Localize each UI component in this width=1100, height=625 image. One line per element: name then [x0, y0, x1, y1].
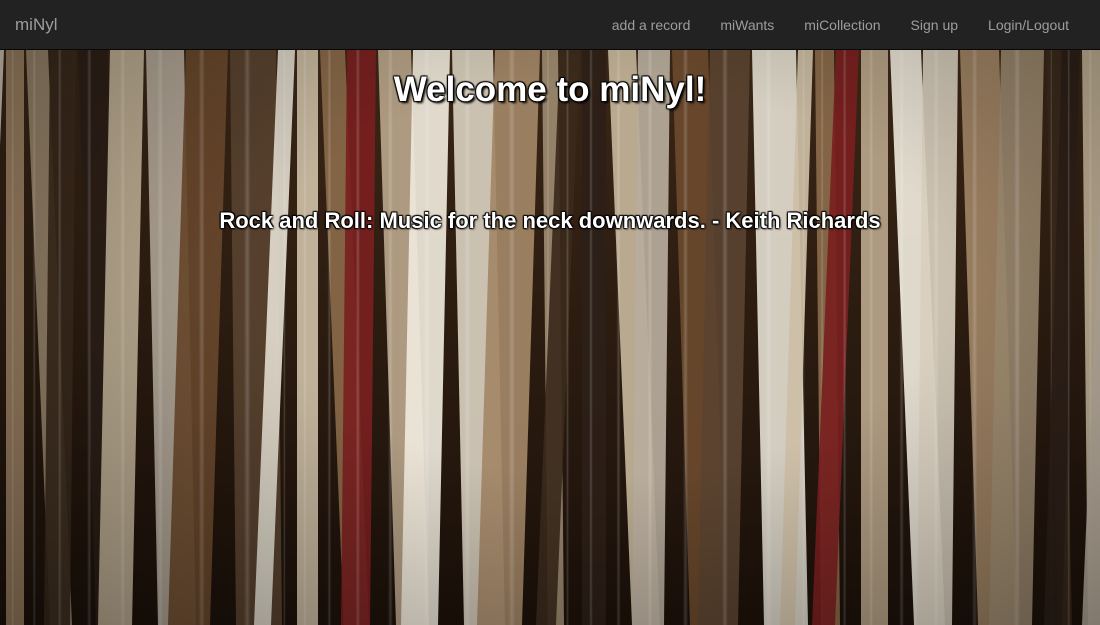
record-spine-sheen [722, 50, 728, 625]
nav-signup-link[interactable]: Sign up [896, 0, 973, 50]
record-spine-sheen [899, 50, 904, 625]
hero-quote: Rock and Roll: Music for the neck downwa… [219, 208, 881, 233]
record-spine-sheen [1067, 50, 1071, 625]
record-spine-shape [861, 50, 888, 625]
record-spine-sheen [508, 50, 516, 625]
nav-links: add a record miWants miCollection Sign u… [597, 0, 1084, 50]
record-spine-sheen [57, 50, 62, 625]
record-spine-sheen [971, 50, 978, 625]
record-spine-sheen [424, 50, 430, 625]
record-spine-sheen [802, 50, 805, 625]
record-spine-sheen [616, 50, 621, 625]
hero-section: Welcome to miNyl! Rock and Roll: Music f… [0, 50, 1100, 625]
record-spine-shape [582, 50, 606, 625]
nav-add-record-link[interactable]: add a record [597, 0, 706, 50]
top-navbar: miNyl add a record miWants miCollection … [0, 0, 1100, 50]
record-spine-sheen [303, 50, 307, 625]
record-spine-sheen [566, 50, 569, 625]
record-spine-sheen [87, 50, 92, 625]
hero-title: Welcome to miNyl! [393, 70, 707, 109]
record-spine-sheen [355, 50, 361, 625]
record-spine-sheen [842, 50, 847, 625]
record-spine-shape [297, 50, 318, 625]
record-spine-sheen [387, 50, 393, 625]
nav-micollection-link[interactable]: miCollection [789, 0, 895, 50]
record-spine-sheen [464, 50, 471, 625]
record-spine-sheen [869, 50, 874, 625]
record-spine-sheen [157, 50, 164, 625]
record-spine-sheen [32, 50, 36, 625]
nav-login-logout-link[interactable]: Login/Logout [973, 0, 1084, 50]
record-spine-sheen [120, 50, 126, 625]
record-spine-sheen [1013, 50, 1021, 625]
brand-link[interactable]: miNyl [15, 0, 58, 50]
record-spine-sheen [647, 50, 653, 625]
record-spine-sheen [765, 50, 772, 625]
record-shelf-background-image [0, 50, 1100, 625]
record-spine-sheen [933, 50, 939, 625]
nav-miwants-link[interactable]: miWants [705, 0, 789, 50]
record-spine-sheen [283, 50, 286, 625]
record-spine-sheen [589, 50, 593, 625]
record-spine-sheen [682, 50, 689, 625]
record-spine-sheen [327, 50, 332, 625]
record-spine-shape [6, 50, 24, 625]
record-spine-sheen [198, 50, 205, 625]
record-spine-sheen [243, 50, 251, 625]
record-spine-sheen [11, 50, 15, 625]
